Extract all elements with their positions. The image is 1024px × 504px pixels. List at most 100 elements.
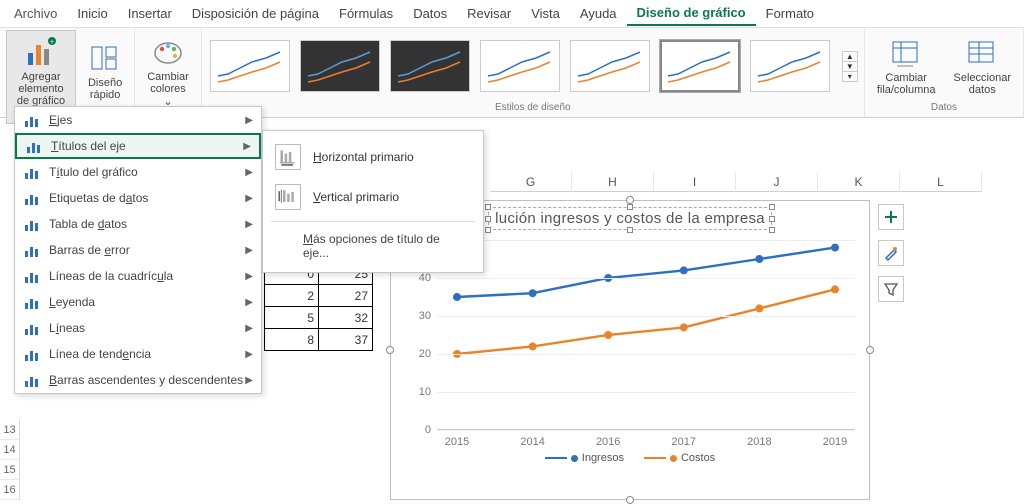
col-header-G[interactable]: G xyxy=(490,172,572,192)
data-point[interactable] xyxy=(453,293,461,301)
chart-legend[interactable]: Ingresos Costos xyxy=(391,452,869,464)
change-colors-button[interactable]: Cambiar colores ⌄ xyxy=(141,31,195,111)
submenu-arrow-icon: ▶ xyxy=(245,323,253,334)
horizontal-axis-icon xyxy=(275,144,301,170)
submenu-arrow-icon: ▶ xyxy=(243,141,251,152)
legend-icon xyxy=(23,293,41,311)
data-point[interactable] xyxy=(604,331,612,339)
chart-element-icon: + xyxy=(24,35,58,69)
y-tick-label: 20 xyxy=(403,348,431,360)
vertical-primary-label: Vertical primario xyxy=(313,190,399,204)
series-Costos[interactable] xyxy=(457,289,835,354)
select-data-icon xyxy=(965,36,999,70)
add-element-updown-bars[interactable]: Barras ascendentes y descendentes▶ xyxy=(15,367,261,393)
menu-revisar[interactable]: Revisar xyxy=(457,2,521,25)
data-point[interactable] xyxy=(831,285,839,293)
add-element-menu: Ejes▶Títulos del eje▶Título del gráfico▶… xyxy=(14,106,262,394)
chart-resize-handle-n[interactable] xyxy=(626,196,634,204)
select-data-button[interactable]: Seleccionar datos xyxy=(948,32,1017,100)
row-header-13[interactable]: 13 xyxy=(0,420,20,440)
chart-style-5[interactable] xyxy=(570,40,650,92)
col-header-K[interactable]: K xyxy=(818,172,900,192)
x-tick-label: 2017 xyxy=(654,436,714,448)
menu-formato[interactable]: Formato xyxy=(756,2,824,25)
chart-plot-area[interactable]: 01020304050201520142016201720182019 xyxy=(437,240,855,430)
add-element-gridlines[interactable]: Líneas de la cuadrícula▶ xyxy=(15,263,261,289)
cell[interactable]: 8 xyxy=(265,329,319,351)
cell[interactable]: 37 xyxy=(319,329,373,351)
y-tick-label: 10 xyxy=(403,386,431,398)
add-element-legend[interactable]: Leyenda▶ xyxy=(15,289,261,315)
gallery-scroll-up[interactable]: ▲ xyxy=(843,52,857,61)
chart-side-tools xyxy=(878,204,904,302)
row-header-16[interactable]: 16 xyxy=(0,480,20,500)
menu-vista[interactable]: Vista xyxy=(521,2,570,25)
menu-item-label: Barras de error xyxy=(49,243,245,257)
menu-ayuda[interactable]: Ayuda xyxy=(570,2,627,25)
svg-text:+: + xyxy=(50,39,54,46)
menu-disposicion[interactable]: Disposición de página xyxy=(182,2,329,25)
col-header-H[interactable]: H xyxy=(572,172,654,192)
chart-filters-button[interactable] xyxy=(878,276,904,302)
cell[interactable]: 27 xyxy=(319,285,373,307)
more-axis-title-options[interactable]: Más opciones de título de eje... xyxy=(263,226,483,266)
chart-resize-handle-e[interactable] xyxy=(866,346,874,354)
data-point[interactable] xyxy=(755,304,763,312)
data-point[interactable] xyxy=(680,266,688,274)
col-header-J[interactable]: J xyxy=(736,172,818,192)
chart-style-6[interactable] xyxy=(660,40,740,92)
gallery-scroll-down[interactable]: ▼ xyxy=(843,61,857,71)
axis-titles-icon xyxy=(25,137,43,155)
menu-item-label: Líneas de la cuadrícula xyxy=(49,269,245,283)
cell[interactable]: 2 xyxy=(265,285,319,307)
menubar: Archivo Inicio Insertar Disposición de p… xyxy=(0,0,1024,28)
chart-style-3[interactable] xyxy=(390,40,470,92)
axis-title-vertical-primary[interactable]: Vertical primario xyxy=(263,177,483,217)
add-element-data-table[interactable]: Tabla de datos▶ xyxy=(15,211,261,237)
add-element-trendline[interactable]: Línea de tendencia▶ xyxy=(15,341,261,367)
row-header-15[interactable]: 15 xyxy=(0,460,20,480)
switch-row-column-button[interactable]: Cambiar fila/columna xyxy=(871,32,942,100)
data-point[interactable] xyxy=(529,289,537,297)
menu-diseno-grafico[interactable]: Diseño de gráfico xyxy=(627,1,756,26)
add-element-data-labels[interactable]: Etiquetas de datos▶ xyxy=(15,185,261,211)
chart-style-2[interactable] xyxy=(300,40,380,92)
chart-styles-button[interactable] xyxy=(878,240,904,266)
cell[interactable]: 32 xyxy=(319,307,373,329)
select-data-label: Seleccionar datos xyxy=(954,72,1011,96)
horizontal-primary-label: Horizontal primario xyxy=(313,150,414,164)
axis-title-horizontal-primary[interactable]: Horizontal primario xyxy=(263,137,483,177)
add-element-error-bars[interactable]: Barras de error▶ xyxy=(15,237,261,263)
chart-styles-gallery[interactable]: ▲ ▼ ▾ xyxy=(208,30,858,102)
x-tick-label: 2014 xyxy=(503,436,563,448)
row-header-14[interactable]: 14 xyxy=(0,440,20,460)
chart-style-1[interactable] xyxy=(210,40,290,92)
add-element-chart-title[interactable]: Título del gráfico▶ xyxy=(15,159,261,185)
data-point[interactable] xyxy=(529,342,537,350)
menu-file[interactable]: Archivo xyxy=(4,2,67,25)
add-element-axis-titles[interactable]: Títulos del eje▶ xyxy=(15,133,261,159)
col-header-I[interactable]: I xyxy=(654,172,736,192)
data-point[interactable] xyxy=(755,255,763,263)
menu-formulas[interactable]: Fórmulas xyxy=(329,2,403,25)
col-header-L[interactable]: L xyxy=(900,172,982,192)
chart-resize-handle-w[interactable] xyxy=(386,346,394,354)
data-point[interactable] xyxy=(680,323,688,331)
series-Ingresos[interactable] xyxy=(457,248,835,297)
gallery-expand[interactable]: ▾ xyxy=(843,71,857,81)
menu-insertar[interactable]: Insertar xyxy=(118,2,182,25)
switch-rc-label: Cambiar fila/columna xyxy=(877,72,936,96)
x-tick-label: 2016 xyxy=(578,436,638,448)
chart-style-7[interactable] xyxy=(750,40,830,92)
chart-style-4[interactable] xyxy=(480,40,560,92)
chart-elements-button[interactable] xyxy=(878,204,904,230)
row-headers: 13141516 xyxy=(0,420,20,500)
add-element-lines[interactable]: Líneas▶ xyxy=(15,315,261,341)
submenu-arrow-icon: ▶ xyxy=(245,245,253,256)
add-element-axes[interactable]: Ejes▶ xyxy=(15,107,261,133)
menu-datos[interactable]: Datos xyxy=(403,2,457,25)
trendline-icon xyxy=(23,345,41,363)
cell[interactable]: 5 xyxy=(265,307,319,329)
menu-inicio[interactable]: Inicio xyxy=(67,2,117,25)
data-point[interactable] xyxy=(831,244,839,252)
